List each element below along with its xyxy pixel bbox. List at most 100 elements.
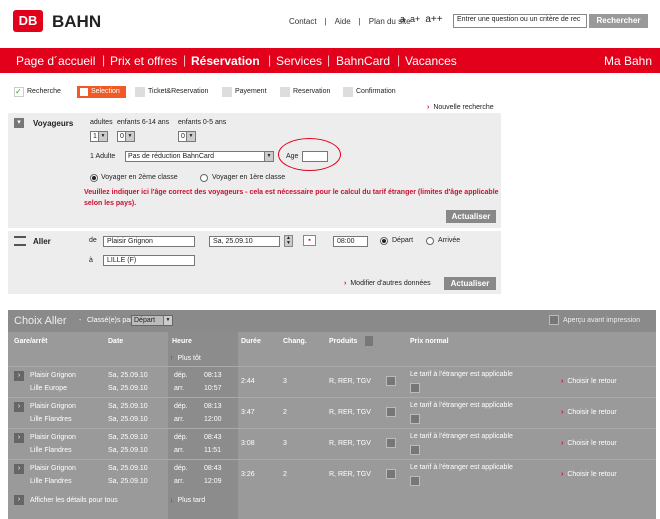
modify-data-link[interactable]: › Modifier d'autres données <box>344 280 431 287</box>
step-box-icon <box>135 87 145 97</box>
help-link[interactable]: Aide <box>335 17 351 26</box>
date-input[interactable]: Sa, 25.09.10 <box>209 236 280 247</box>
arr-time: 10:57 <box>204 385 222 392</box>
step-search[interactable]: ✓ Recherche <box>14 86 61 98</box>
calendar-icon[interactable]: ▪ <box>303 235 316 246</box>
from-station: Plaisir Grignon <box>30 465 76 472</box>
price-note: Le tarif à l'étranger est applicable <box>410 402 513 409</box>
dep-label: dép. <box>174 372 188 379</box>
to-input[interactable]: LILLE (F) <box>103 255 195 266</box>
travellers-panel <box>8 113 501 228</box>
date-stepper-icon[interactable]: ▲ ▼ <box>284 235 293 247</box>
fare-info-icon[interactable] <box>410 383 420 393</box>
choose-return-link[interactable]: › Choisir le retour <box>561 471 617 478</box>
class2-radio[interactable] <box>90 174 98 182</box>
print-preview-link[interactable]: Aperçu avant impression <box>563 317 640 324</box>
nav-offers[interactable]: Prix et offres <box>110 54 177 68</box>
children-0-5-label: enfants 0-5 ans <box>178 119 227 126</box>
children-0-5-select[interactable]: 0 ▼ <box>178 131 196 142</box>
from-input[interactable]: Plaisir Grignon <box>103 236 195 247</box>
fare-info-icon[interactable] <box>410 414 420 424</box>
nav-my-bahn[interactable]: Ma Bahn <box>604 54 652 68</box>
fare-info-icon[interactable] <box>410 445 420 455</box>
choose-return-link[interactable]: › Choisir le retour <box>561 440 617 447</box>
dep-time: 08:13 <box>204 403 222 410</box>
later-link[interactable]: ↓ Plus tard <box>170 497 205 504</box>
class1-label: Voyager en 1ère classe <box>212 174 286 181</box>
separator: | <box>358 17 361 26</box>
table-row[interactable]: › Plaisir Grignon Lille Flandres Sa, 25.09.… <box>8 459 656 489</box>
adults-label: adultes <box>90 119 113 126</box>
results-panel: Choix Aller - Classé(e)s par Départ ▼ Ape… <box>8 310 656 519</box>
dep-date: Sa, 25.09.10 <box>108 403 148 410</box>
col-date: Date <box>108 338 124 345</box>
from-label: de <box>89 237 97 244</box>
products: R, RER, TGV <box>329 409 371 416</box>
choose-return-link[interactable]: › Choisir le retour <box>561 409 617 416</box>
class1-radio[interactable] <box>200 174 208 182</box>
expand-row-icon[interactable]: › <box>14 371 24 381</box>
update-travellers-button[interactable]: Actualiser <box>446 210 496 223</box>
children-6-14-select[interactable]: 0 ▼ <box>117 131 135 142</box>
site-search-input[interactable]: Entrer une question ou un critère de rec <box>453 14 587 28</box>
font-size-small[interactable]: a <box>400 14 405 24</box>
adults-select[interactable]: 1 ▼ <box>90 131 108 142</box>
table-row[interactable]: › Plaisir Grignon Lille Flandres Sa, 25.09.… <box>8 397 656 427</box>
nav-holidays[interactable]: Vacances <box>405 54 457 68</box>
info-icon[interactable] <box>386 438 396 448</box>
col-station: Gare/arrêt <box>14 338 48 345</box>
nav-home[interactable]: Page d´accueil <box>16 54 95 68</box>
show-details-link[interactable]: Afficher les détails pour tous <box>30 497 118 504</box>
new-search-link[interactable]: › Nouvelle recherche <box>427 104 494 111</box>
arrow-down-icon: ↓ <box>170 497 174 504</box>
to-station: Lille Europe <box>30 385 67 392</box>
arrow-icon: › <box>561 471 564 478</box>
expand-row-icon[interactable]: › <box>14 464 24 474</box>
nav-reservation[interactable]: Réservation <box>191 54 260 68</box>
info-icon[interactable] <box>386 376 396 386</box>
travellers-title: Voyageurs <box>33 119 74 128</box>
table-row[interactable]: › Plaisir Grignon Lille Europe Sa, 25.09.10… <box>8 366 656 396</box>
time-input[interactable]: 08:00 <box>333 236 368 247</box>
separator: | <box>324 17 327 26</box>
contact-link[interactable]: Contact <box>289 17 317 26</box>
info-icon[interactable] <box>386 407 396 417</box>
arrow-up-icon: ↑ <box>170 355 174 362</box>
arrow-icon: › <box>561 440 564 447</box>
update-outbound-button[interactable]: Actualiser <box>444 277 496 290</box>
nav-bahncard[interactable]: BahnCard <box>336 54 390 68</box>
choose-return-link[interactable]: › Choisir le retour <box>561 378 617 385</box>
fare-info-icon[interactable] <box>410 476 420 486</box>
duration: 3:26 <box>241 471 255 478</box>
expand-row-icon[interactable]: › <box>14 433 24 443</box>
arrival-radio[interactable] <box>426 237 434 245</box>
changes: 3 <box>283 440 287 447</box>
col-changes: Chang. <box>283 338 307 345</box>
dep-date: Sa, 25.09.10 <box>108 434 148 441</box>
earlier-link[interactable]: ↑ Plus tôt <box>170 355 201 362</box>
collapse-icon[interactable]: ▾ <box>14 118 24 128</box>
db-logo[interactable]: DB <box>13 10 43 32</box>
changes: 3 <box>283 378 287 385</box>
table-row[interactable]: › Plaisir Grignon Lille Flandres Sa, 25.09.… <box>8 428 656 458</box>
expand-all-icon[interactable]: › <box>14 495 24 505</box>
chevron-down-icon: ▼ <box>264 152 273 161</box>
departure-radio[interactable] <box>380 237 388 245</box>
children-6-14-label: enfants 6-14 ans <box>117 119 170 126</box>
duration: 2:44 <box>241 378 255 385</box>
products-info-icon[interactable] <box>365 336 373 346</box>
font-size-large[interactable]: a++ <box>425 14 442 25</box>
person-label: 1 Adulte <box>90 153 116 160</box>
print-icon[interactable] <box>549 315 559 325</box>
sort-select[interactable]: Départ ▼ <box>131 315 173 326</box>
dep-time: 08:43 <box>204 465 222 472</box>
bahncard-reduction-select[interactable]: Pas de réduction BahnCard ▼ <box>125 151 274 162</box>
search-button[interactable]: Rechercher <box>589 14 648 28</box>
expand-row-icon[interactable]: › <box>14 402 24 412</box>
price-note: Le tarif à l'étranger est applicable <box>410 464 513 471</box>
info-icon[interactable] <box>386 469 396 479</box>
booking-steps: ✓ Recherche Selection Ticket&Reservation … <box>14 86 474 98</box>
nav-services[interactable]: Services <box>276 54 322 68</box>
check-icon: ✓ <box>14 87 24 97</box>
font-size-medium[interactable]: a+ <box>410 14 420 24</box>
